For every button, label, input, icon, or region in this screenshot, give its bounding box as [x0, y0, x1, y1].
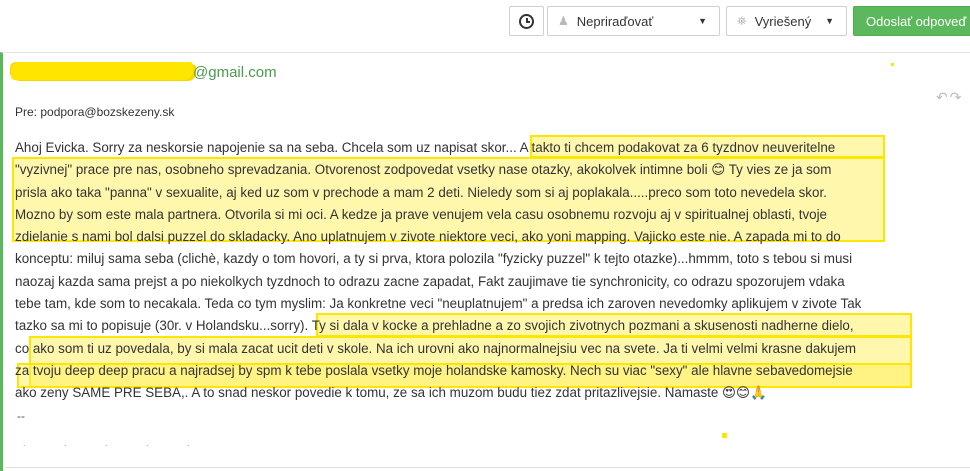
body-line: zdielanie s nami bol dalsi puzzel do skl…	[15, 229, 841, 245]
send-reply-label: Odoslať odpoveď	[866, 13, 967, 29]
body-line: "vyzivnej" prace pre nas, osobneho sprev…	[15, 162, 832, 178]
send-reply-button[interactable]: Odoslať odpoveď	[853, 6, 970, 36]
snooze-button[interactable]	[509, 6, 544, 36]
recipient-line: Pre: podpora@bozskezeny.sk	[15, 105, 175, 119]
reply-all-icon[interactable]: ↷	[950, 89, 964, 105]
user-icon: ♟	[558, 14, 569, 28]
message-body: Ahoj Evicka. Sorry za neskorsie napojeni…	[15, 137, 915, 405]
body-line: konceptu: miluj sama seba (clichè, kazdy…	[15, 251, 853, 267]
body-line: Ahoj Evicka. Sorry za neskorsie napojeni…	[15, 140, 836, 155]
sender: @gmail.com	[11, 62, 277, 81]
assign-label: Nepriraďovať	[576, 13, 654, 29]
signature: --	[17, 409, 25, 423]
body-line: prisla ako taka "panna" v sexualite, aj …	[15, 184, 827, 200]
clock-icon	[519, 13, 534, 29]
body-line: tazko sa mi to popisuje (30r. v Holandsk…	[15, 318, 854, 334]
reply-icons[interactable]: ↶↷	[936, 89, 963, 106]
thumbtack-icon: ⛯	[737, 13, 747, 28]
body-line: za tvoju deep deep pracu a najradsej by …	[15, 362, 853, 378]
body-line: co ako som ti uz povedala, by si mala za…	[15, 340, 857, 356]
status-label: Vyriešený	[754, 13, 812, 29]
status-dropdown[interactable]: ⛯ Vyriešený ▼	[726, 6, 847, 36]
sender-email: @gmail.com	[193, 64, 277, 81]
body-line: tebe tam, kde som to necakala. Teda co t…	[15, 296, 862, 312]
message-panel: @gmail.com Pre: podpora@bozskezeny.sk ↶↷…	[0, 52, 970, 471]
signature-faint: . . . . .	[23, 438, 208, 448]
body-line: ako zeny SAME PRE SEBA,. A to snad nesko…	[15, 385, 767, 401]
redaction-scribble	[11, 62, 193, 80]
highlight-mark	[891, 63, 894, 66]
caret-down-icon: ▼	[825, 16, 834, 26]
divider	[6, 467, 970, 468]
body-line: Mozno by som este mala partnera. Otvoril…	[15, 206, 828, 222]
caret-down-icon: ▼	[698, 16, 707, 26]
highlight-mark	[722, 433, 727, 438]
body-line: naozaj kazda sama prejst a po niekolkych…	[15, 273, 845, 289]
assign-dropdown[interactable]: ♟ Nepriraďovať ▼	[547, 6, 720, 36]
reply-icon[interactable]: ↶	[936, 89, 950, 105]
toolbar: ♟ Nepriraďovať ▼ ⛯ Vyriešený ▼ Odoslať o…	[0, 0, 970, 44]
